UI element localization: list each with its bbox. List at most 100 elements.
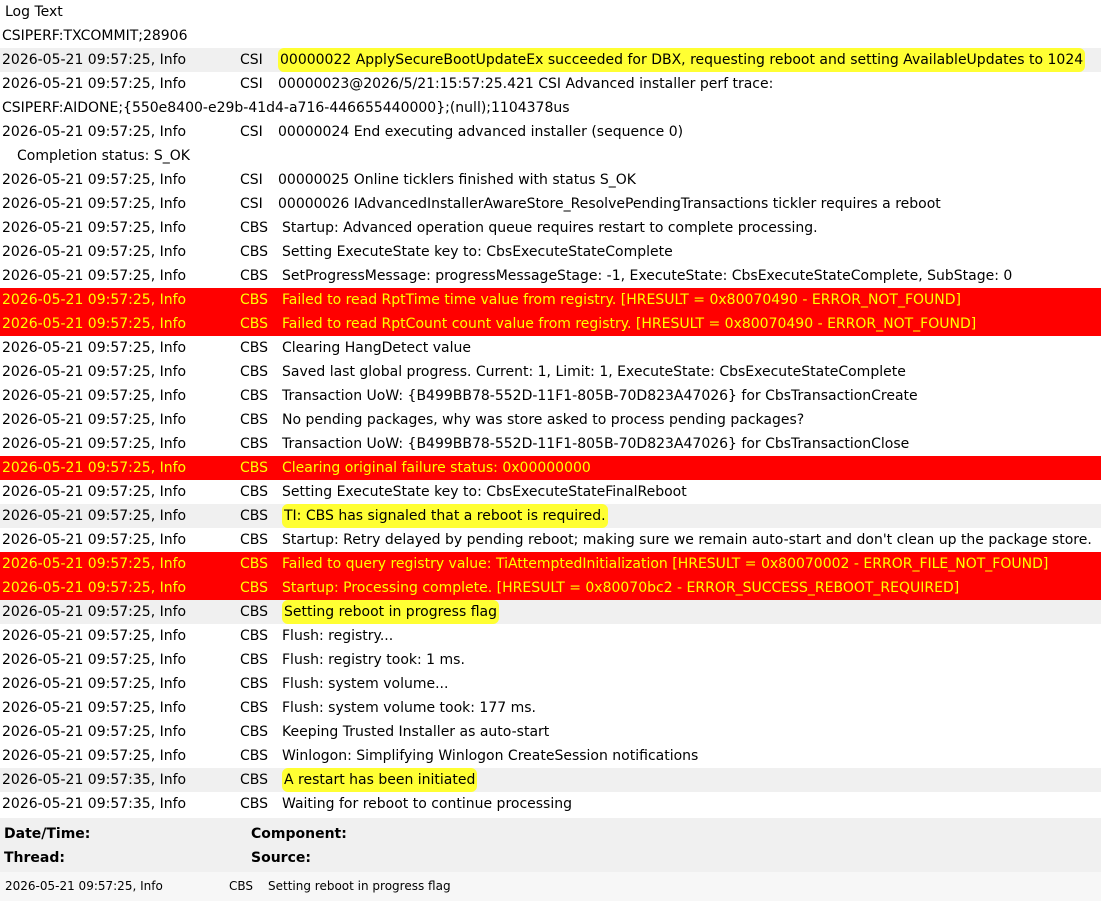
log-message: Transaction UoW: {B499BB78-552D-11F1-805…: [282, 388, 918, 404]
log-row[interactable]: 2026-05-21 09:57:25, Info CBS Flush: syste…: [0, 672, 1101, 696]
log-row[interactable]: 2026-05-21 09:57:25, Info CSI 00000026 IAd…: [0, 192, 1101, 216]
component-label: Component:: [251, 826, 347, 842]
log-datetime: 2026-05-21 09:57:25, Info: [2, 436, 187, 452]
log-component: CBS: [240, 604, 269, 620]
log-datetime: 2026-05-21 09:57:25, Info: [2, 604, 187, 620]
log-row[interactable]: 2026-05-21 09:57:25, Info CBS Failed to re…: [0, 288, 1101, 312]
log-row[interactable]: Completion status: S_OK: [0, 144, 1101, 168]
log-message: Failed to query registry value: TiAttemp…: [282, 556, 1049, 572]
log-row[interactable]: CSIPERF:TXCOMMIT;28906: [0, 24, 1101, 48]
log-message: Flush: system volume took: 177 ms.: [282, 700, 536, 716]
log-component: CBS: [240, 292, 269, 308]
log-message: Setting ExecuteState key to: CbsExecuteS…: [282, 484, 687, 500]
log-row[interactable]: 2026-05-21 09:57:25, Info CSI 00000025 Onl…: [0, 168, 1101, 192]
log-component: CBS: [240, 700, 269, 716]
log-component: CBS: [240, 340, 269, 356]
log-row[interactable]: 2026-05-21 09:57:25, Info CBS Startup: Adv…: [0, 216, 1101, 240]
log-component: CBS: [240, 412, 269, 428]
log-message: Failed to read RptTime time value from r…: [282, 292, 962, 308]
log-row[interactable]: 2026-05-21 09:57:25, Info CBS Failed to qu…: [0, 552, 1101, 576]
log-datetime: 2026-05-21 09:57:25, Info: [2, 244, 187, 260]
log-datetime: 2026-05-21 09:57:25, Info: [2, 556, 187, 572]
log-row[interactable]: 2026-05-21 09:57:25, Info CBS Transaction …: [0, 432, 1101, 456]
log-message: Saved last global progress. Current: 1, …: [282, 364, 906, 380]
log-row[interactable]: 2026-05-21 09:57:25, Info CBS Setting rebo…: [0, 600, 1101, 624]
log-message: Setting reboot in progress flag: [282, 600, 499, 624]
log-column-header[interactable]: Log Text: [0, 0, 1101, 24]
log-message: Flush: registry...: [282, 628, 394, 644]
log-datetime: 2026-05-21 09:57:25, Info: [2, 652, 187, 668]
log-row[interactable]: 2026-05-21 09:57:25, Info CBS TI: CBS has …: [0, 504, 1101, 528]
log-datetime: 2026-05-21 09:57:25, Info: [2, 292, 187, 308]
selected-message: Setting reboot in progress flag: [268, 879, 451, 893]
log-datetime: 2026-05-21 09:57:25, Info: [2, 316, 187, 332]
log-row[interactable]: 2026-05-21 09:57:25, Info CBS Setting Exec…: [0, 240, 1101, 264]
log-row[interactable]: 2026-05-21 09:57:25, Info CBS Clearing Han…: [0, 336, 1101, 360]
log-component: CBS: [240, 748, 269, 764]
log-row[interactable]: 2026-05-21 09:57:25, Info CSI 00000023@202…: [0, 72, 1101, 96]
log-component: CSI: [240, 196, 263, 212]
source-label: Source:: [251, 850, 311, 866]
log-row[interactable]: 2026-05-21 09:57:25, Info CBS Startup: Ret…: [0, 528, 1101, 552]
log-datetime: 2026-05-21 09:57:25, Info: [2, 748, 187, 764]
log-component: CBS: [240, 772, 269, 788]
datetime-label: Date/Time:: [4, 826, 91, 842]
log-message: Setting ExecuteState key to: CbsExecuteS…: [282, 244, 673, 260]
log-component: CBS: [240, 676, 269, 692]
log-component: CSI: [240, 172, 263, 188]
log-message: Startup: Retry delayed by pending reboot…: [282, 532, 1092, 548]
log-continuation: Completion status: S_OK: [17, 148, 190, 164]
log-row[interactable]: 2026-05-21 09:57:25, Info CBS Keeping Trus…: [0, 720, 1101, 744]
log-row[interactable]: 2026-05-21 09:57:25, Info CBS Winlogon: Si…: [0, 744, 1101, 768]
log-message: Keeping Trusted Installer as auto-start: [282, 724, 550, 740]
log-component: CBS: [240, 652, 269, 668]
log-continuation: CSIPERF:AIDONE;{550e8400-e29b-41d4-a716-…: [2, 100, 570, 116]
log-component: CBS: [240, 796, 269, 812]
log-component: CBS: [240, 268, 269, 284]
log-row[interactable]: 2026-05-21 09:57:25, Info CBS Flush: regis…: [0, 624, 1101, 648]
log-row[interactable]: 2026-05-21 09:57:25, Info CSI 00000022 App…: [0, 48, 1101, 72]
log-datetime: 2026-05-21 09:57:35, Info: [2, 796, 187, 812]
log-component: CSI: [240, 76, 263, 92]
log-row[interactable]: 2026-05-21 09:57:25, Info CBS SetProgressM…: [0, 264, 1101, 288]
log-row[interactable]: 2026-05-21 09:57:35, Info CBS Waiting for …: [0, 792, 1101, 816]
log-row[interactable]: 2026-05-21 09:57:25, Info CBS Clearing ori…: [0, 456, 1101, 480]
log-row[interactable]: 2026-05-21 09:57:25, Info CBS Failed to re…: [0, 312, 1101, 336]
log-row[interactable]: 2026-05-21 09:57:25, Info CBS Flush: syste…: [0, 696, 1101, 720]
log-datetime: 2026-05-21 09:57:25, Info: [2, 388, 187, 404]
log-component: CBS: [240, 532, 269, 548]
log-datetime: 2026-05-21 09:57:25, Info: [2, 724, 187, 740]
log-component: CBS: [240, 484, 269, 500]
log-datetime: 2026-05-21 09:57:25, Info: [2, 76, 187, 92]
log-message: SetProgressMessage: progressMessageStage…: [282, 268, 1013, 284]
log-datetime: 2026-05-21 09:57:25, Info: [2, 172, 187, 188]
log-message: Flush: system volume...: [282, 676, 449, 692]
selected-entry: 2026-05-21 09:57:25, Info CBS Setting re…: [0, 872, 1101, 901]
log-message: Flush: registry took: 1 ms.: [282, 652, 465, 668]
log-message: Clearing HangDetect value: [282, 340, 471, 356]
log-datetime: 2026-05-21 09:57:25, Info: [2, 460, 187, 476]
log-row[interactable]: CSIPERF:AIDONE;{550e8400-e29b-41d4-a716-…: [0, 96, 1101, 120]
log-component: CSI: [240, 124, 263, 140]
log-datetime: 2026-05-21 09:57:25, Info: [2, 700, 187, 716]
log-datetime: 2026-05-21 09:57:25, Info: [2, 412, 187, 428]
log-message: Winlogon: Simplifying Winlogon CreateSes…: [282, 748, 699, 764]
log-message: A restart has been initiated: [282, 768, 478, 792]
log-datetime: 2026-05-21 09:57:25, Info: [2, 484, 187, 500]
log-message: 00000022 ApplySecureBootUpdateEx succeed…: [278, 48, 1086, 72]
log-message: 00000024 End executing advanced installe…: [278, 124, 684, 140]
log-message: Startup: Processing complete. [HRESULT =…: [282, 580, 960, 596]
log-row[interactable]: 2026-05-21 09:57:25, Info CSI 00000024 End…: [0, 120, 1101, 144]
log-row[interactable]: 2026-05-21 09:57:35, Info CBS A restart ha…: [0, 768, 1101, 792]
log-row[interactable]: 2026-05-21 09:57:25, Info CBS No pending p…: [0, 408, 1101, 432]
log-row[interactable]: 2026-05-21 09:57:25, Info CBS Transaction …: [0, 384, 1101, 408]
log-row[interactable]: 2026-05-21 09:57:25, Info CBS Setting Exec…: [0, 480, 1101, 504]
log-message: Transaction UoW: {B499BB78-552D-11F1-805…: [282, 436, 910, 452]
log-datetime: 2026-05-21 09:57:25, Info: [2, 676, 187, 692]
log-datetime: 2026-05-21 09:57:25, Info: [2, 124, 187, 140]
log-row[interactable]: 2026-05-21 09:57:25, Info CBS Saved last g…: [0, 360, 1101, 384]
log-message: Startup: Advanced operation queue requir…: [282, 220, 818, 236]
log-row[interactable]: 2026-05-21 09:57:25, Info CBS Startup: Pro…: [0, 576, 1101, 600]
log-component: CBS: [240, 556, 269, 572]
log-row[interactable]: 2026-05-21 09:57:25, Info CBS Flush: regis…: [0, 648, 1101, 672]
